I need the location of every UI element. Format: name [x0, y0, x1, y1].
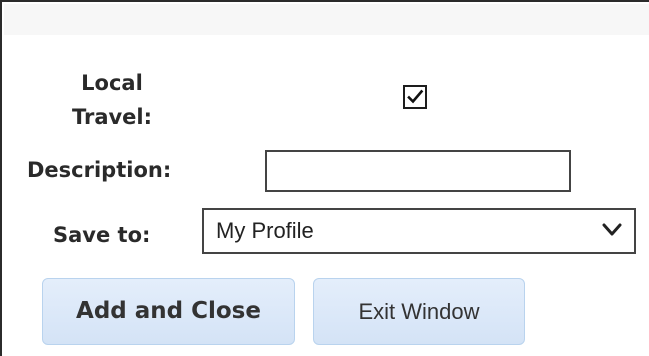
local-travel-label-line2: Travel: [71, 105, 153, 129]
local-travel-label: Local Travel: [58, 66, 166, 134]
local-travel-label-line1: Local [81, 71, 143, 95]
description-label: Description: [27, 158, 172, 182]
exit-window-button[interactable]: Exit Window [313, 278, 525, 345]
description-input[interactable] [265, 150, 571, 192]
save-to-label: Save to: [53, 223, 151, 247]
dialog-header-bar [4, 4, 649, 35]
dialog-window: Local Travel: Description: Save to: My P… [0, 0, 649, 356]
save-to-selected-value: My Profile [216, 218, 314, 243]
local-travel-checkbox[interactable] [403, 85, 427, 109]
chevron-down-icon [602, 223, 622, 236]
check-icon [407, 89, 424, 104]
add-and-close-button[interactable]: Add and Close [42, 278, 295, 345]
save-to-select[interactable]: My Profile [202, 208, 636, 254]
